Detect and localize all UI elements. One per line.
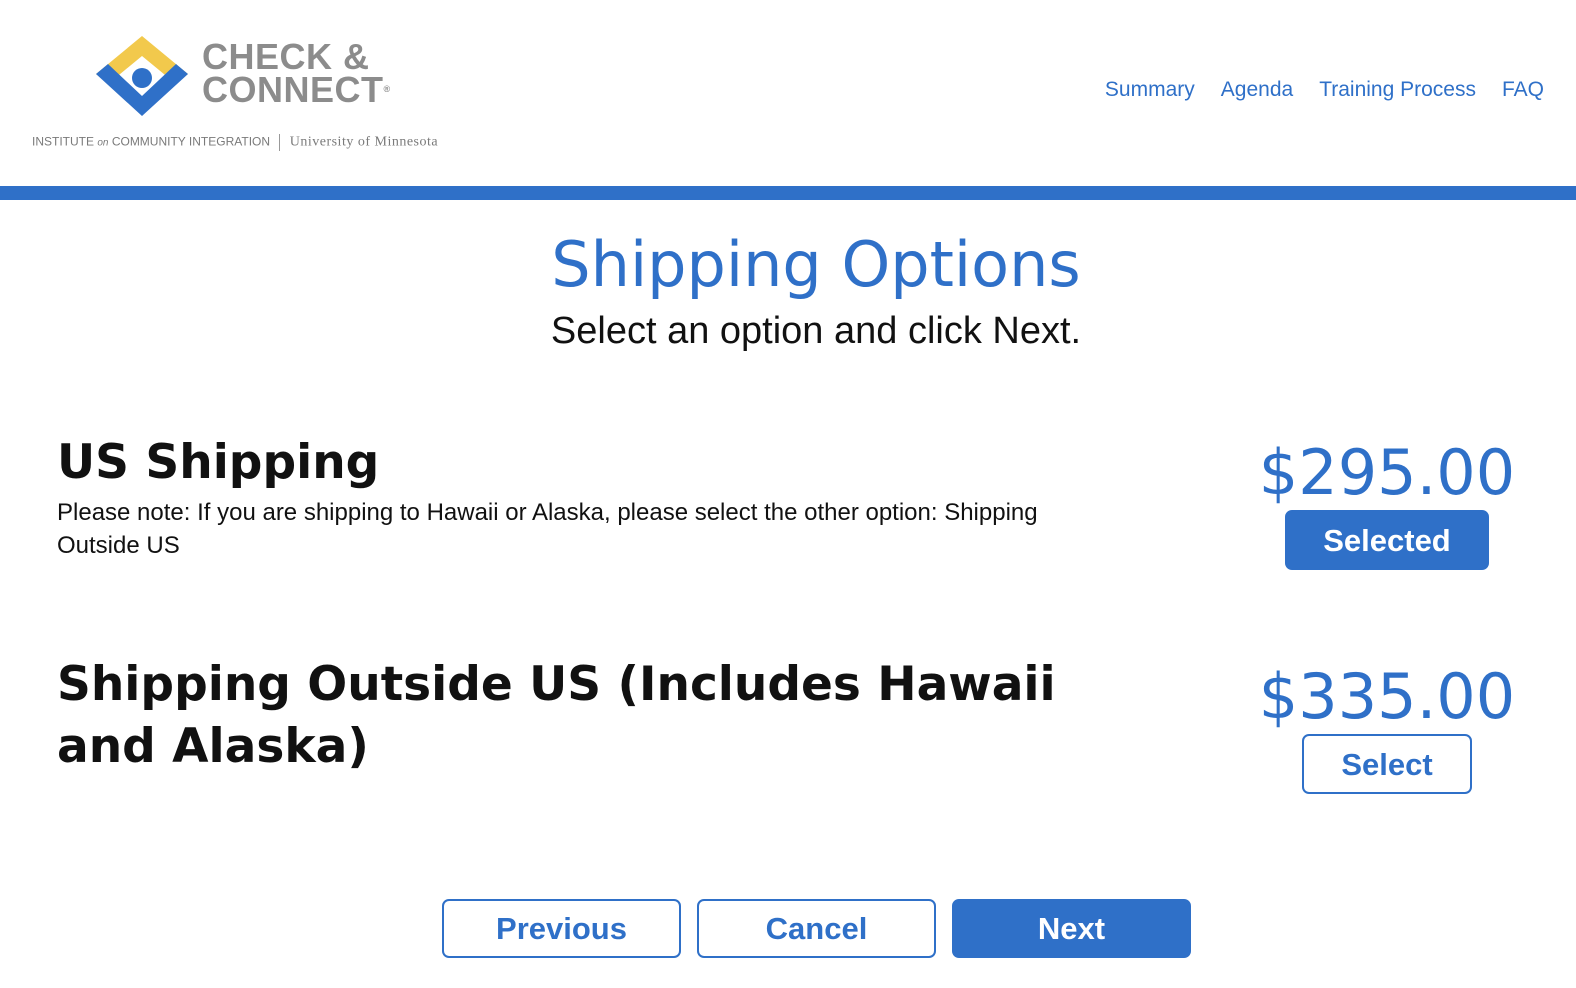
logo-wordmark: CHECK & CONNECT® xyxy=(202,39,391,108)
previous-button[interactable]: Previous xyxy=(442,899,681,958)
nav-agenda-link[interactable]: Agenda xyxy=(1221,78,1293,102)
nav-summary-link[interactable]: Summary xyxy=(1105,78,1195,102)
logo-sub-on: on xyxy=(97,137,109,149)
option-name: Shipping Outside US (Includes Hawaii and… xyxy=(57,657,1056,774)
check-connect-diamond-icon xyxy=(96,36,188,116)
logo-divider xyxy=(279,134,281,151)
cancel-button[interactable]: Cancel xyxy=(697,899,936,958)
header-divider xyxy=(0,186,1576,200)
option-name: US Shipping xyxy=(57,435,380,490)
selected-button[interactable]: Selected xyxy=(1285,510,1489,570)
option-price-box: $335.00 Select xyxy=(1257,662,1517,794)
site-header: CHECK & CONNECT® INSTITUTE on COMMUNITY … xyxy=(0,0,1576,186)
logo-reg-mark: ® xyxy=(383,84,391,94)
option-note: Please note: If you are shipping to Hawa… xyxy=(57,499,1038,559)
logo-sub-community: COMMUNITY INTEGRATION xyxy=(111,134,271,149)
wizard-navigation: Previous Cancel Next xyxy=(442,899,1191,958)
page-title: Shipping Options xyxy=(551,228,1081,301)
shipping-option-outside-us: Shipping Outside US (Includes Hawaii and… xyxy=(57,654,1517,794)
logo-line2: CONNECT xyxy=(202,69,384,110)
nav-faq-link[interactable]: FAQ xyxy=(1502,78,1544,102)
option-price-box: $295.00 Selected xyxy=(1257,438,1517,570)
next-button[interactable]: Next xyxy=(952,899,1191,958)
logo-sub-university: University of Minnesota xyxy=(289,134,439,150)
select-button[interactable]: Select xyxy=(1302,734,1472,794)
option-price: $335.00 xyxy=(1258,660,1516,733)
top-nav: Summary Agenda Training Process FAQ xyxy=(1105,78,1544,102)
nav-training-process-link[interactable]: Training Process xyxy=(1319,78,1476,102)
logo-sub-institute: INSTITUTE xyxy=(32,134,94,149)
logo-institution-line: INSTITUTE on COMMUNITY INTEGRATION Unive… xyxy=(32,134,438,151)
check-and-connect-logo[interactable]: CHECK & CONNECT® INSTITUTE on COMMUNITY … xyxy=(30,30,460,155)
shipping-option-us: US Shipping Please note: If you are ship… xyxy=(57,432,1517,570)
page-subtitle: Select an option and click Next. xyxy=(550,310,1082,352)
option-price: $295.00 xyxy=(1258,436,1516,509)
